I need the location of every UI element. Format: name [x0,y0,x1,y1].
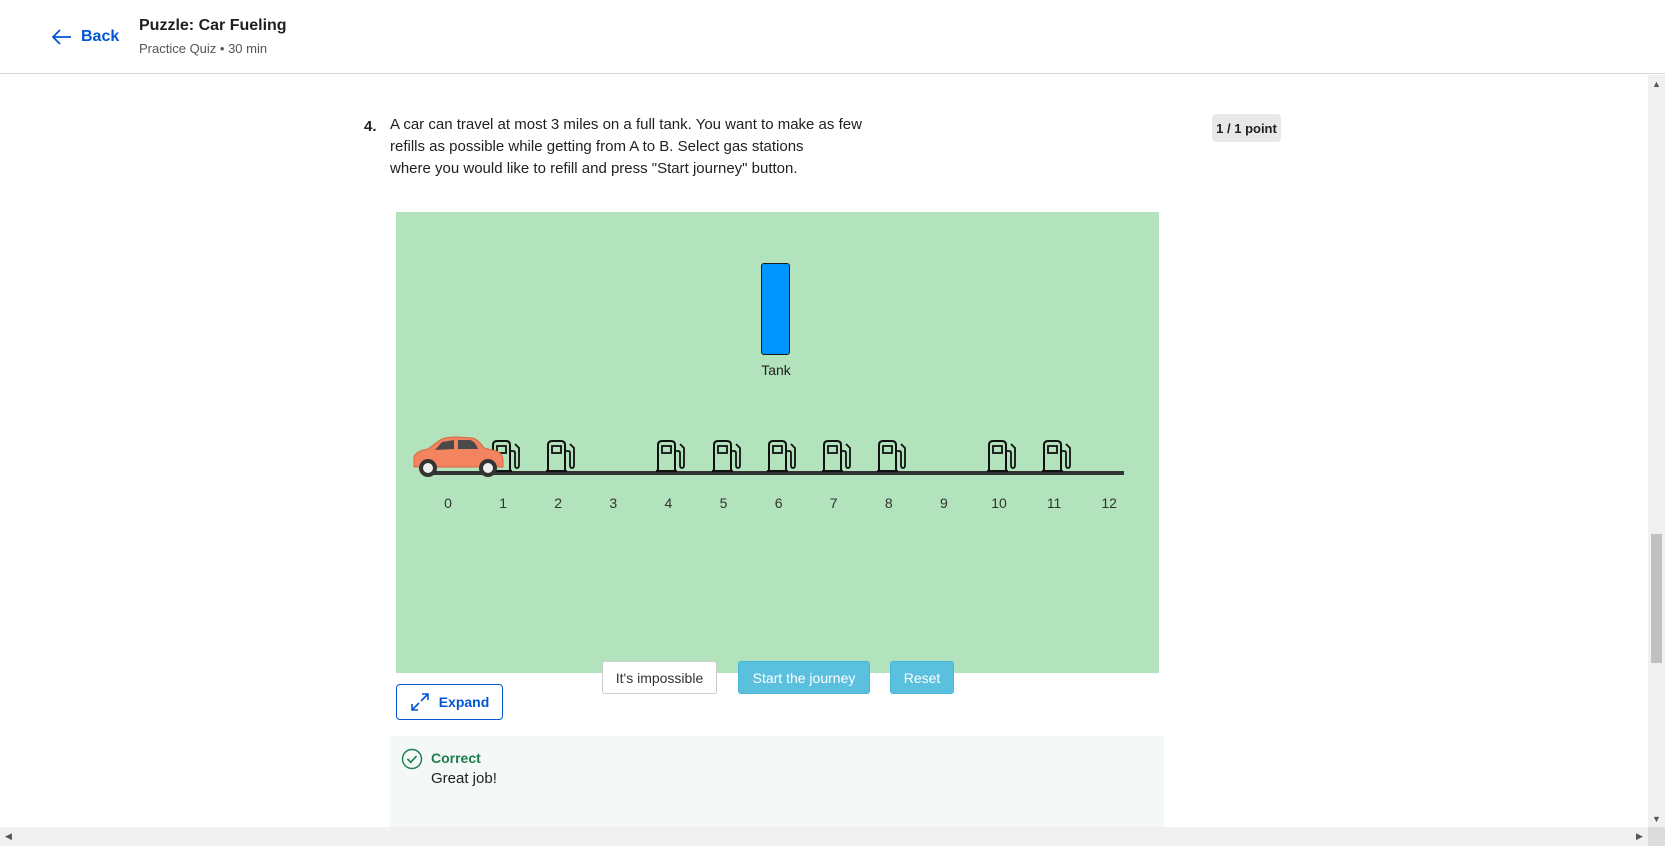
gas-station-icon[interactable] [655,439,686,472]
gas-station-icon[interactable] [711,439,741,472]
scroll-down-arrow[interactable]: ▼ [1648,810,1665,827]
gas-station-icon[interactable] [821,439,851,472]
start-journey-button[interactable]: Start the journey [738,661,870,694]
quiz-header: Back Puzzle: Car Fueling Practice Quiz •… [0,0,1665,74]
back-button[interactable]: Back [52,24,119,50]
road-tick-label: 3 [609,495,618,511]
road-tick-label: 2 [554,495,563,511]
back-label: Back [81,28,120,45]
road-tick-label: 5 [719,495,728,511]
fuel-tank [761,263,790,355]
feedback-message: Great job! [431,770,497,787]
title-block: Puzzle: Car Fueling Practice Quiz • 30 m… [139,17,287,56]
page-subtitle: Practice Quiz • 30 min [139,41,268,56]
expand-icon [410,693,429,711]
reset-button[interactable]: Reset [890,661,954,694]
car-fueling-puzzle: Tank It's impossible Start the journey R… [396,212,1159,694]
impossible-button[interactable]: It's impossible [602,661,717,694]
vertical-scroll-thumb[interactable] [1651,534,1662,663]
page-title: Puzzle: Car Fueling [139,17,287,34]
gas-station-icon[interactable] [545,439,576,472]
scroll-right-arrow[interactable]: ▶ [1631,827,1648,846]
road-tick-label: 1 [499,495,507,511]
feedback-panel: Correct Great job! [390,736,1164,827]
scroll-left-arrow[interactable]: ◀ [0,827,17,846]
question-number: 4. [364,118,377,135]
scroll-up-arrow[interactable]: ▲ [1648,75,1665,92]
road-tick-label: 0 [444,495,452,511]
gas-station-icon[interactable] [876,439,906,472]
expand-button[interactable]: Expand [396,684,503,720]
gas-station-icon[interactable] [1041,439,1071,472]
tank-label: Tank [761,362,791,378]
road-tick-label: 10 [991,495,1007,511]
road-tick-label: 4 [664,495,673,511]
road-tick-label: 11 [1046,495,1062,511]
road-tick-label: 7 [829,495,838,511]
feedback-status: Correct [431,750,481,766]
car-icon [413,436,504,477]
question-text: A car can travel at most 3 miles on a fu… [390,116,862,177]
gas-station-icon[interactable] [986,439,1016,472]
horizontal-scrollbar[interactable]: ◀ ▶ [0,827,1648,846]
expand-label: Expand [438,694,490,710]
road-tick-label: 8 [884,495,893,511]
scrollbar-corner [1648,827,1665,846]
check-circle-icon [401,748,423,770]
arrow-left-icon [52,29,71,45]
vertical-scrollbar[interactable]: ▲ ▼ [1648,75,1665,827]
road-tick-label: 9 [939,495,948,511]
main-content: 4. A car can travel at most 3 miles on a… [0,75,1648,827]
road-tick-label: 12 [1101,495,1117,511]
gas-station-icon[interactable] [766,439,796,472]
points-badge: 1 / 1 point [1212,114,1281,142]
road-tick-label: 6 [774,495,783,511]
